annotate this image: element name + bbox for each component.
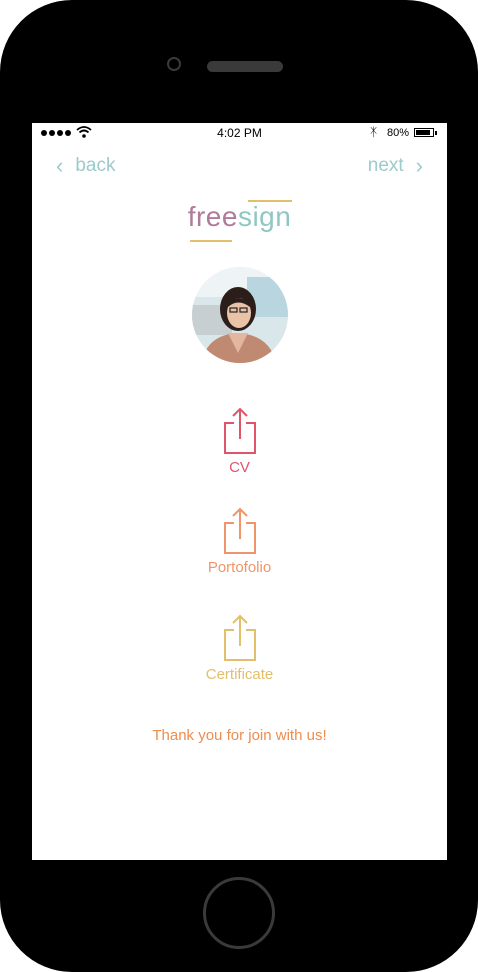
upload-certificate[interactable]: Certificate: [32, 614, 447, 683]
app-logo: freesign: [32, 201, 447, 233]
upload-icon: [223, 507, 256, 554]
status-time: 4:02 PM: [217, 126, 262, 140]
home-button[interactable]: [203, 877, 275, 949]
upload-label: Portofolio: [207, 559, 272, 576]
battery-percent: 80%: [387, 127, 410, 139]
camera-icon: [167, 57, 181, 71]
logo-part-sign: sign: [237, 201, 292, 232]
logo-accent-line-bottom: [190, 240, 232, 242]
phone-frame: 4:02 PM ᛡ 80% ‹ back next › freesign CV …: [0, 0, 478, 972]
avatar[interactable]: [192, 267, 288, 363]
thanks-message: Thank you for join with us!: [152, 727, 327, 744]
upload-icon: [223, 614, 256, 661]
avatar-photo: [192, 267, 288, 363]
next-label: next: [367, 155, 404, 176]
speaker-grill: [207, 61, 283, 72]
upload-icon: [223, 407, 256, 454]
battery-icon: [414, 128, 437, 137]
upload-label: Certificate: [205, 666, 274, 683]
upload-cv[interactable]: CV: [32, 407, 447, 476]
bluetooth-icon: ᛡ: [370, 125, 378, 139]
app-screen: 4:02 PM ᛡ 80% ‹ back next › freesign CV …: [32, 123, 447, 860]
chevron-left-icon: ‹: [56, 153, 64, 178]
back-label: back: [75, 155, 116, 176]
upload-label: CV: [229, 459, 250, 476]
upload-portofolio[interactable]: Portofolio: [32, 507, 447, 576]
status-bar: 4:02 PM ᛡ 80%: [32, 123, 447, 143]
chevron-right-icon: ›: [415, 153, 423, 178]
next-button[interactable]: next ›: [368, 155, 423, 177]
logo-part-free: free: [187, 201, 238, 232]
back-button[interactable]: ‹ back: [56, 155, 115, 177]
